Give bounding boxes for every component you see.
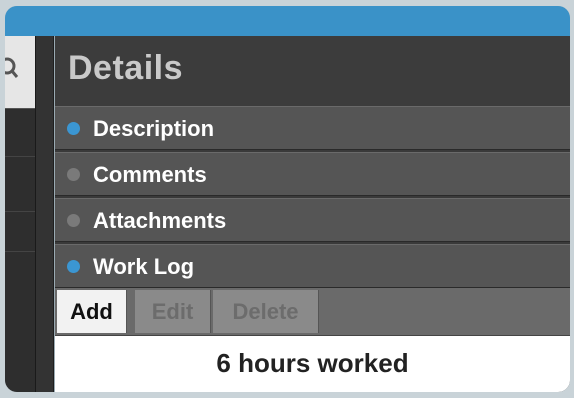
pane-divider[interactable] <box>36 36 54 392</box>
section-attachments[interactable]: Attachments <box>55 198 570 242</box>
section-label: Attachments <box>93 208 227 233</box>
sidebar-divider <box>5 156 35 157</box>
page-title: Details <box>68 49 183 87</box>
sidebar-divider <box>5 251 35 252</box>
work-log-toolbar: Add Edit Delete <box>55 288 570 336</box>
section-label: Work Log <box>93 254 195 279</box>
details-header: Details <box>55 36 570 107</box>
app-window: Details Description Comments Attachments… <box>5 6 570 392</box>
search-button[interactable] <box>5 36 35 109</box>
delete-button[interactable]: Delete <box>213 290 319 333</box>
section-work-log[interactable]: Work Log <box>55 244 570 288</box>
window-titlebar[interactable] <box>5 6 570 36</box>
work-log-content: 6 hours worked <box>55 336 570 392</box>
status-dot-icon <box>67 260 80 273</box>
section-description[interactable]: Description <box>55 106 570 150</box>
status-dot-icon <box>67 214 80 227</box>
edit-button[interactable]: Edit <box>135 290 211 333</box>
search-icon <box>5 56 19 80</box>
section-comments[interactable]: Comments <box>55 152 570 196</box>
section-label: Description <box>93 116 215 141</box>
status-dot-icon <box>67 168 80 181</box>
status-dot-icon <box>67 122 80 135</box>
left-sidebar <box>5 36 36 392</box>
section-label: Comments <box>93 162 207 187</box>
details-panel: Details Description Comments Attachments… <box>55 36 570 392</box>
hours-worked-text: 6 hours worked <box>216 348 409 378</box>
sidebar-divider <box>5 211 35 212</box>
add-button[interactable]: Add <box>57 290 127 333</box>
